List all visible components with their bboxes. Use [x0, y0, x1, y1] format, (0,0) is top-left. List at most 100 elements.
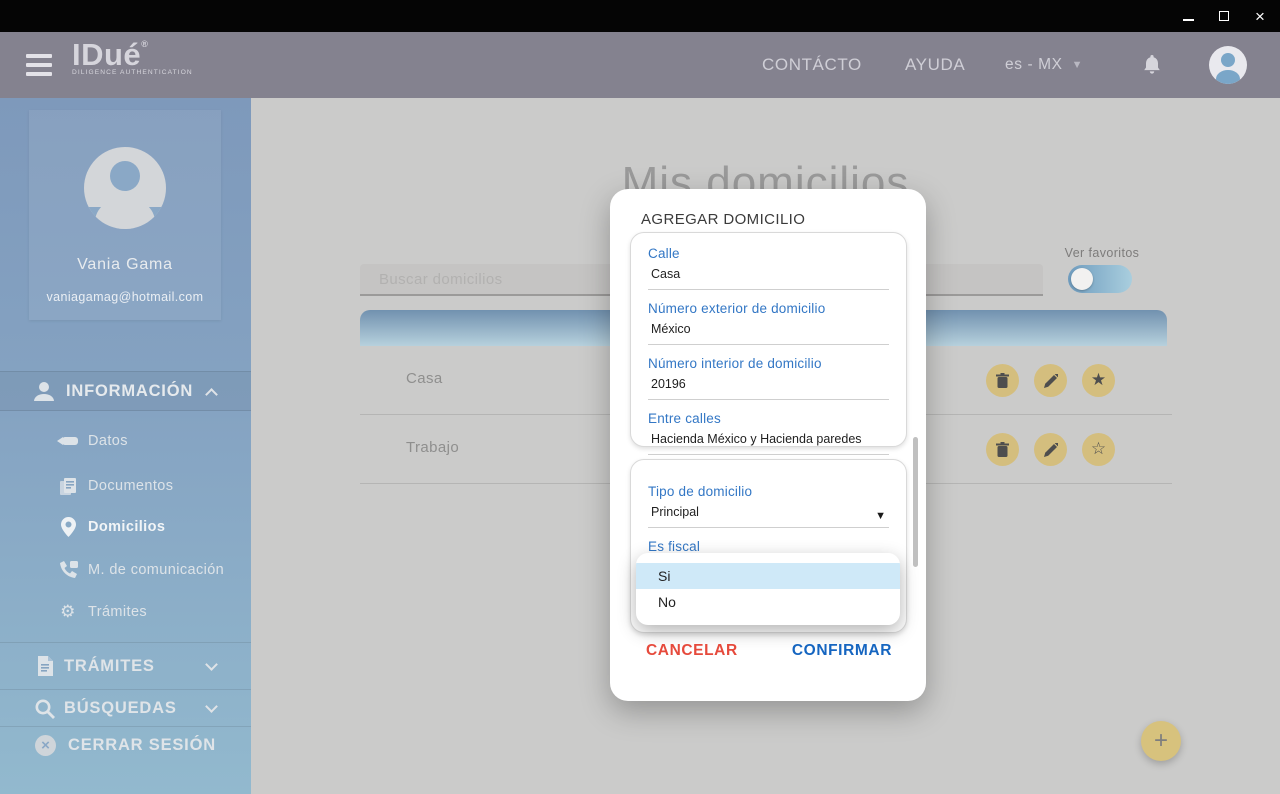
- window-titlebar: ×: [0, 0, 1280, 32]
- minimize-button[interactable]: [1171, 0, 1205, 32]
- add-address-modal: AGREGAR DOMICILIO Calle Casa Número exte…: [610, 189, 926, 701]
- favorites-toggle[interactable]: [1068, 265, 1132, 293]
- plus-icon: +: [1153, 727, 1168, 754]
- cancel-button[interactable]: CANCELAR: [646, 642, 738, 660]
- field-label: Tipo de domicilio: [648, 484, 753, 499]
- field-underline: [648, 399, 889, 400]
- person-icon: [34, 382, 54, 401]
- chevron-down-icon: [204, 657, 218, 671]
- sidebar-item-datos[interactable]: Datos: [0, 426, 251, 456]
- chevron-up-icon: [205, 387, 218, 401]
- sidebar: Vania Gama vaniagamag@hotmail.com INFORM…: [0, 98, 251, 794]
- hamburger-menu-icon[interactable]: [26, 54, 52, 76]
- sidebar-item-label: Domicilios: [88, 519, 166, 535]
- profile-name: Vania Gama: [77, 256, 173, 273]
- trash-icon: [996, 442, 1009, 457]
- field-underline: [648, 289, 889, 290]
- sidebar-item-label: Datos: [88, 433, 128, 449]
- section-label: INFORMACIÓN: [66, 381, 194, 400]
- field-label: Calle: [648, 246, 680, 261]
- language-label: es - MX: [1005, 56, 1063, 73]
- sidebar-section-busquedas[interactable]: BÚSQUEDAS: [0, 691, 251, 727]
- edit-button[interactable]: [1034, 364, 1067, 397]
- favorite-button[interactable]: ★: [1082, 364, 1115, 397]
- favorite-button[interactable]: ☆: [1082, 433, 1115, 466]
- language-selector[interactable]: es - MX ▼: [1005, 32, 1083, 98]
- row-name: Casa: [406, 370, 443, 387]
- sidebar-item-documentos[interactable]: Documentos: [0, 471, 251, 501]
- field-value[interactable]: Casa: [651, 267, 889, 282]
- chevron-down-icon: [204, 700, 218, 713]
- nav-contacto[interactable]: CONTÁCTO: [762, 32, 862, 98]
- address-fields-card: Calle Casa Número exterior de domicilio …: [630, 232, 907, 455]
- row-name: Trabajo: [406, 439, 460, 456]
- maximize-icon: [1219, 11, 1229, 21]
- add-address-fab[interactable]: +: [1141, 721, 1181, 761]
- document-icon: [38, 656, 53, 676]
- caret-down-icon[interactable]: ▼: [875, 510, 886, 522]
- sidebar-section-informacion[interactable]: INFORMACIÓN: [0, 371, 251, 411]
- dropdown-option-no[interactable]: No: [636, 589, 900, 615]
- form-field: Calle Casa: [648, 246, 889, 290]
- field-underline: [648, 527, 889, 528]
- modal-scrollbar[interactable]: [913, 437, 918, 567]
- sidebar-item-label: Trámites: [88, 604, 148, 620]
- gear-icon: ⚙: [60, 601, 76, 622]
- documents-icon: [60, 477, 76, 495]
- app-header: IDué® DILIGENCE AUTHENTICATION CONTÁCTO …: [0, 32, 1280, 98]
- sidebar-item-label: M. de comunicación: [88, 562, 225, 578]
- field-label: Número exterior de domicilio: [648, 301, 826, 316]
- field-label: Entre calles: [648, 411, 721, 426]
- field-underline: [648, 344, 889, 345]
- sidebar-section-tramites[interactable]: TRÁMITES: [0, 642, 251, 690]
- field-value[interactable]: México: [651, 322, 889, 337]
- delete-button[interactable]: [986, 433, 1019, 466]
- pen-icon: [57, 437, 78, 445]
- user-avatar[interactable]: [1209, 46, 1247, 84]
- caret-down-icon: ▼: [1071, 59, 1084, 71]
- app-logo[interactable]: IDué® DILIGENCE AUTHENTICATION: [72, 37, 193, 76]
- search-icon: [35, 699, 55, 719]
- bell-icon: [1144, 55, 1160, 74]
- phone-icon: [60, 560, 78, 578]
- notifications-button[interactable]: [1142, 32, 1162, 98]
- section-label: CERRAR SESIÓN: [68, 735, 216, 754]
- sidebar-item-comunicacion[interactable]: M. de comunicación: [0, 555, 251, 585]
- pencil-icon: [1043, 373, 1058, 388]
- nav-ayuda[interactable]: AYUDA: [905, 32, 965, 98]
- sidebar-item-tramites[interactable]: ⚙ Trámites: [0, 597, 251, 627]
- sidebar-item-label: Documentos: [88, 478, 174, 494]
- field-value[interactable]: 20196: [651, 377, 889, 392]
- close-circle-icon: ×: [35, 734, 56, 756]
- logout-button[interactable]: × CERRAR SESIÓN: [0, 727, 251, 763]
- form-field: Número exterior de domicilio México: [648, 301, 889, 345]
- close-button[interactable]: ×: [1243, 0, 1277, 32]
- profile-card: Vania Gama vaniagamag@hotmail.com: [29, 110, 221, 320]
- field-label: Es fiscal: [648, 539, 701, 554]
- select-value[interactable]: Principal: [651, 505, 889, 520]
- field-value[interactable]: Hacienda México y Hacienda paredes: [651, 432, 889, 447]
- es-fiscal-dropdown: Si No: [636, 553, 900, 625]
- close-icon: ×: [1255, 6, 1265, 26]
- delete-button[interactable]: [986, 364, 1019, 397]
- avatar-head: [1221, 53, 1235, 67]
- dropdown-option-si[interactable]: Si: [636, 563, 900, 589]
- section-label: BÚSQUEDAS: [64, 699, 177, 717]
- star-outline-icon: ☆: [1090, 439, 1107, 459]
- section-label: TRÁMITES: [64, 656, 155, 675]
- star-filled-icon: ★: [1090, 370, 1107, 390]
- form-field: Número interior de domicilio 20196: [648, 356, 889, 400]
- map-pin-icon: [60, 517, 76, 537]
- pencil-icon: [1043, 442, 1058, 457]
- registered-mark: ®: [141, 39, 149, 49]
- minimize-icon: [1182, 19, 1194, 21]
- avatar-body: [1216, 70, 1240, 84]
- confirm-button[interactable]: CONFIRMAR: [792, 642, 892, 660]
- profile-email: vaniagamag@hotmail.com: [46, 290, 204, 304]
- logo-text: IDué: [72, 37, 142, 72]
- edit-button[interactable]: [1034, 433, 1067, 466]
- sidebar-item-domicilios[interactable]: Domicilios: [0, 512, 251, 542]
- field-label: Número interior de domicilio: [648, 356, 822, 371]
- modal-actions: CANCELAR CONFIRMAR: [610, 631, 926, 671]
- maximize-button[interactable]: [1207, 0, 1241, 32]
